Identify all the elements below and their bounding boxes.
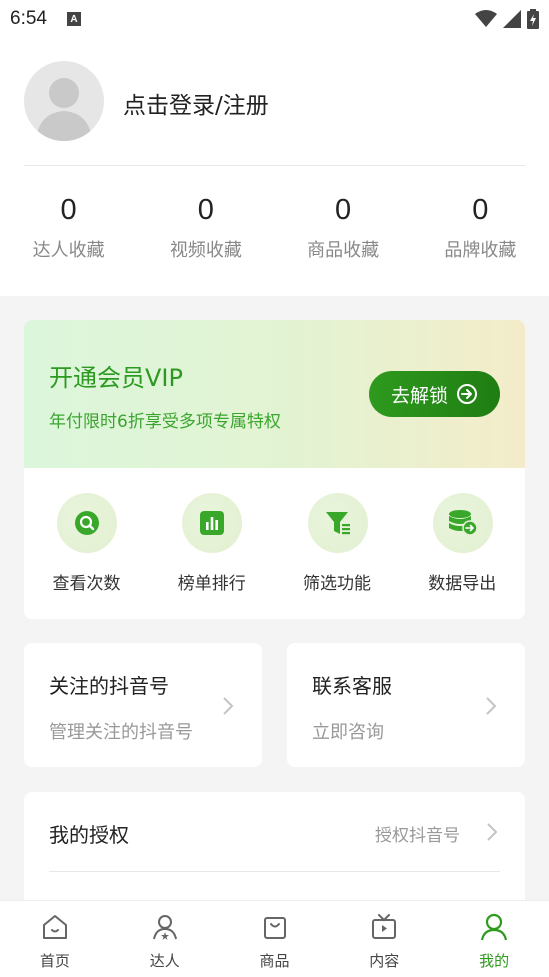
stat-label: 品牌收藏 <box>444 240 517 261</box>
status-bar: 6:54 A <box>0 0 549 38</box>
bottom-tab-bar: 首页 达人 商品 内容 我的 <box>0 900 549 977</box>
status-icons <box>475 9 539 29</box>
vip-features: 查看次数 榜单排行 筛选功能 数据导出 <box>24 468 525 619</box>
tab-label: 我的 <box>479 952 510 970</box>
card-subtitle: 立即咨询 <box>312 722 384 743</box>
bar-chart-icon <box>200 511 225 535</box>
vip-card: 开通会员VIP 年付限时6折享受多项专属特权 去解锁 查看次数 榜单排行 筛选功… <box>24 320 525 619</box>
vip-subtitle: 年付限时6折享受多项专属特权 <box>49 412 281 432</box>
tab-home[interactable]: 首页 <box>0 901 110 977</box>
stat-product-favorites[interactable]: 0 商品收藏 <box>275 188 412 262</box>
card-title: 联系客服 <box>312 674 392 698</box>
stat-video-favorites[interactable]: 0 视频收藏 <box>137 188 274 262</box>
stat-brand-favorites[interactable]: 0 品牌收藏 <box>412 188 549 262</box>
tab-label: 达人 <box>149 952 180 970</box>
feature-label: 筛选功能 <box>303 574 371 594</box>
unlock-label: 去解锁 <box>390 384 448 407</box>
tab-products[interactable]: 商品 <box>220 901 330 977</box>
divider <box>24 165 525 166</box>
tab-mine[interactable]: 我的 <box>439 901 549 977</box>
stat-label: 视频收藏 <box>169 240 242 261</box>
feature-rankings[interactable]: 榜单排行 <box>149 468 274 619</box>
feature-view-count[interactable]: 查看次数 <box>24 468 149 619</box>
stat-value: 0 <box>472 194 489 226</box>
authorize-account-link[interactable]: 授权抖音号 <box>375 821 460 846</box>
vip-banner[interactable]: 开通会员VIP 年付限时6折享受多项专属特权 去解锁 <box>24 320 525 468</box>
card-subtitle: 管理关注的抖音号 <box>49 722 193 743</box>
stat-influencer-favorites[interactable]: 0 达人收藏 <box>0 188 137 262</box>
feature-icon-wrap <box>432 493 493 553</box>
auth-title: 我的授权 <box>49 823 129 847</box>
feature-icon-wrap <box>182 493 243 553</box>
battery-icon <box>527 9 539 29</box>
feature-data-export[interactable]: 数据导出 <box>400 468 525 619</box>
notification-a-icon: A <box>66 12 81 26</box>
stat-label: 达人收藏 <box>32 240 105 261</box>
customer-service-card[interactable]: 联系客服 立即咨询 <box>287 643 525 767</box>
card-title: 关注的抖音号 <box>49 674 169 698</box>
tv-icon <box>372 914 397 939</box>
feature-label: 查看次数 <box>52 574 121 594</box>
feature-icon-wrap <box>307 493 368 553</box>
tab-label: 内容 <box>369 952 400 970</box>
my-authorization-card: 我的授权 授权抖音号 <box>24 792 525 912</box>
chevron-right-icon <box>486 697 497 715</box>
filter-icon <box>325 512 350 535</box>
divider <box>49 871 500 872</box>
unlock-button[interactable]: 去解锁 <box>369 371 500 417</box>
stat-value: 0 <box>335 194 352 226</box>
favorites-stats: 0 达人收藏 0 视频收藏 0 商品收藏 0 品牌收藏 <box>0 188 549 262</box>
signal-icon <box>503 10 521 28</box>
tab-label: 首页 <box>39 952 70 970</box>
home-icon <box>43 915 67 939</box>
wifi-icon <box>475 10 497 27</box>
feature-label: 数据导出 <box>428 574 497 594</box>
status-time: 6:54 <box>10 8 47 29</box>
shopping-bag-icon <box>263 917 286 939</box>
stat-value: 0 <box>60 194 77 226</box>
login-register-link[interactable]: 点击登录/注册 <box>123 86 269 120</box>
database-export-icon <box>448 510 478 536</box>
followed-accounts-card[interactable]: 关注的抖音号 管理关注的抖音号 <box>24 643 262 767</box>
influencer-icon <box>152 915 177 940</box>
chevron-right-icon <box>223 697 234 715</box>
stat-value: 0 <box>197 194 214 226</box>
tab-label: 商品 <box>259 952 290 970</box>
arrow-right-circle-icon <box>457 384 477 404</box>
feature-label: 榜单排行 <box>177 574 246 594</box>
feature-icon-wrap <box>57 493 117 553</box>
vip-title: 开通会员VIP <box>49 364 183 392</box>
tab-influencer[interactable]: 达人 <box>110 901 220 977</box>
avatar[interactable] <box>24 61 104 141</box>
profile-card: 点击登录/注册 0 达人收藏 0 视频收藏 0 商品收藏 0 品牌收藏 <box>0 38 549 296</box>
default-avatar-icon <box>36 78 92 141</box>
feature-filter[interactable]: 筛选功能 <box>275 468 400 619</box>
user-icon <box>481 913 508 941</box>
search-icon <box>75 511 99 535</box>
stat-label: 商品收藏 <box>307 240 380 261</box>
tab-content[interactable]: 内容 <box>329 901 439 977</box>
chevron-right-icon[interactable] <box>486 822 498 842</box>
